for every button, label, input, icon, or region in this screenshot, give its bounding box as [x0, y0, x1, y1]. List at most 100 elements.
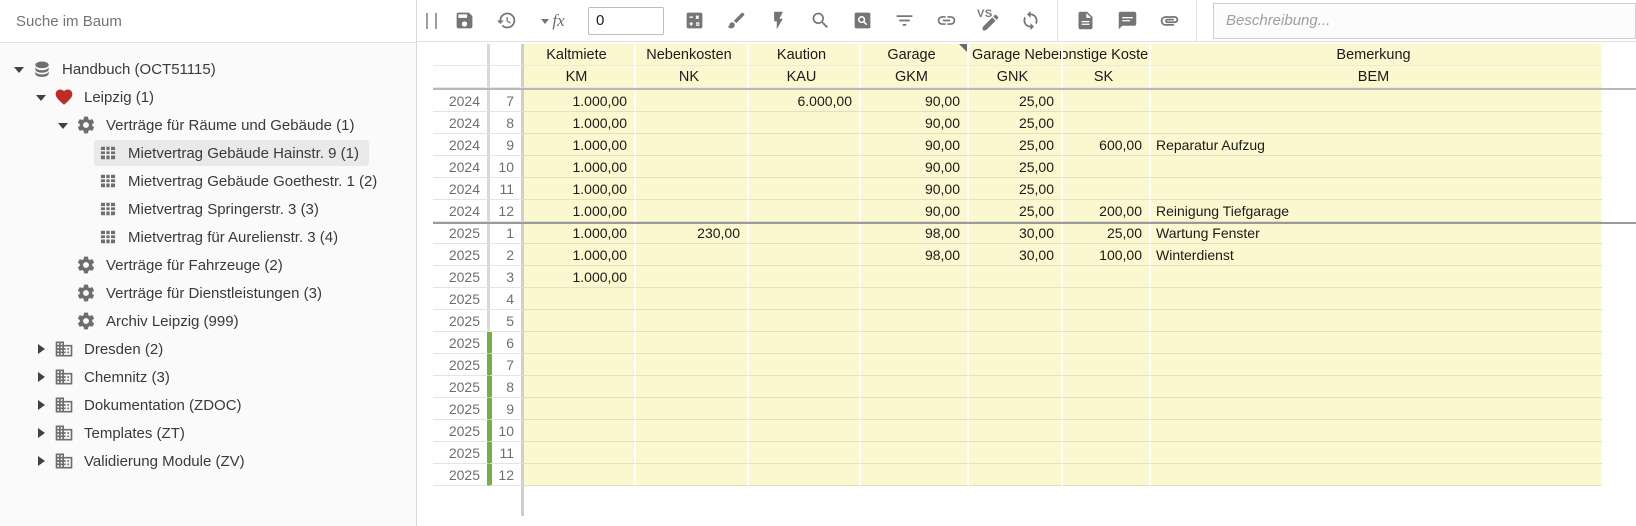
data-cell[interactable]: 1.000,00: [524, 222, 636, 244]
data-cell[interactable]: Reparatur Aufzug: [1151, 134, 1603, 156]
data-cell[interactable]: [636, 134, 749, 156]
data-cell[interactable]: [636, 464, 749, 486]
tree-item[interactable]: Verträge für Fahrzeuge (2): [0, 251, 416, 279]
row-year-cell[interactable]: 2024: [433, 112, 490, 134]
row-month-cell[interactable]: 9: [490, 134, 524, 156]
column-header[interactable]: Kaution: [749, 44, 861, 66]
data-cell[interactable]: [524, 464, 636, 486]
data-cell[interactable]: [749, 310, 861, 332]
data-cell[interactable]: [636, 200, 749, 222]
refresh-button[interactable]: [1018, 8, 1042, 34]
data-cell[interactable]: [861, 442, 969, 464]
data-cell[interactable]: 100,00: [1063, 244, 1151, 266]
data-cell[interactable]: 90,00: [861, 90, 969, 112]
row-year-cell[interactable]: 2025: [433, 266, 490, 288]
data-cell[interactable]: [524, 398, 636, 420]
row-year-cell[interactable]: 2025: [433, 398, 490, 420]
data-cell[interactable]: [969, 464, 1063, 486]
data-cell[interactable]: [861, 398, 969, 420]
data-cell[interactable]: Winterdienst: [1151, 244, 1603, 266]
column-code-header[interactable]: BEM: [1151, 66, 1603, 88]
data-cell[interactable]: [1151, 420, 1603, 442]
row-year-cell[interactable]: 2025: [433, 244, 490, 266]
data-cell[interactable]: [1151, 332, 1603, 354]
data-cell[interactable]: [636, 420, 749, 442]
data-cell[interactable]: [1151, 442, 1603, 464]
data-cell[interactable]: [636, 376, 749, 398]
collapse-arrow-icon[interactable]: [32, 88, 50, 106]
column-header[interactable]: Bemerkung: [1151, 44, 1603, 66]
tree-item[interactable]: Archiv Leipzig (999): [0, 307, 416, 335]
tree-item[interactable]: Templates (ZT): [0, 419, 416, 447]
data-cell[interactable]: [969, 376, 1063, 398]
data-cell[interactable]: [524, 288, 636, 310]
link-button[interactable]: [934, 8, 958, 34]
data-cell[interactable]: [524, 376, 636, 398]
data-cell[interactable]: [1063, 376, 1151, 398]
data-cell[interactable]: [1063, 442, 1151, 464]
row-year-cell[interactable]: 2025: [433, 464, 490, 486]
row-year-cell[interactable]: 2025: [433, 288, 490, 310]
data-cell[interactable]: [861, 266, 969, 288]
data-cell[interactable]: [1063, 156, 1151, 178]
data-cell[interactable]: [636, 244, 749, 266]
data-cell[interactable]: [1063, 112, 1151, 134]
data-cell[interactable]: [636, 354, 749, 376]
row-year-cell[interactable]: 2025: [433, 222, 490, 244]
data-cell[interactable]: [969, 354, 1063, 376]
data-cell[interactable]: 1.000,00: [524, 244, 636, 266]
row-month-cell[interactable]: 12: [490, 464, 524, 486]
data-cell[interactable]: 600,00: [1063, 134, 1151, 156]
data-cell[interactable]: [749, 134, 861, 156]
description-input[interactable]: [1213, 3, 1636, 39]
row-month-cell[interactable]: 4: [490, 288, 524, 310]
data-cell[interactable]: [749, 178, 861, 200]
data-cell[interactable]: [1063, 354, 1151, 376]
data-cell[interactable]: [524, 332, 636, 354]
data-cell[interactable]: 90,00: [861, 134, 969, 156]
data-cell[interactable]: [1063, 288, 1151, 310]
filter-button[interactable]: [892, 8, 916, 34]
data-cell[interactable]: 25,00: [969, 178, 1063, 200]
data-cell[interactable]: [636, 90, 749, 112]
data-cell[interactable]: [1063, 332, 1151, 354]
data-cell[interactable]: 30,00: [969, 222, 1063, 244]
save-button[interactable]: [452, 8, 476, 34]
data-cell[interactable]: [636, 288, 749, 310]
column-code-header[interactable]: GNK: [969, 66, 1063, 88]
row-month-cell[interactable]: 10: [490, 156, 524, 178]
data-cell[interactable]: [861, 464, 969, 486]
data-cell[interactable]: [749, 354, 861, 376]
data-cell[interactable]: [1151, 112, 1603, 134]
row-year-cell[interactable]: 2025: [433, 376, 490, 398]
data-cell[interactable]: [749, 464, 861, 486]
column-header[interactable]: Sonstige Kosten: [1063, 44, 1151, 66]
data-cell[interactable]: [636, 310, 749, 332]
data-cell[interactable]: [636, 156, 749, 178]
data-cell[interactable]: 230,00: [636, 222, 749, 244]
data-cell[interactable]: [861, 310, 969, 332]
attachment-button[interactable]: [1157, 8, 1181, 34]
data-cell[interactable]: [969, 266, 1063, 288]
search-in-grid-button[interactable]: [850, 8, 874, 34]
expand-arrow-icon[interactable]: [32, 368, 50, 386]
data-cell[interactable]: [749, 288, 861, 310]
data-cell[interactable]: 1.000,00: [524, 200, 636, 222]
data-cell[interactable]: [969, 398, 1063, 420]
column-header[interactable]: Nebenkosten: [636, 44, 749, 66]
row-month-cell[interactable]: 8: [490, 376, 524, 398]
column-code-header[interactable]: GKM: [861, 66, 969, 88]
data-cell[interactable]: [636, 398, 749, 420]
tree-item[interactable]: Dresden (2): [0, 335, 416, 363]
data-cell[interactable]: [1063, 310, 1151, 332]
data-cell[interactable]: [1151, 178, 1603, 200]
expand-arrow-icon[interactable]: [32, 340, 50, 358]
data-cell[interactable]: [969, 288, 1063, 310]
data-cell[interactable]: 98,00: [861, 222, 969, 244]
column-header[interactable]: Kaltmiete: [524, 44, 636, 66]
data-cell[interactable]: [636, 112, 749, 134]
tree-item[interactable]: Mietvertrag für Aurelienstr. 3 (4): [0, 223, 416, 251]
data-cell[interactable]: [1063, 398, 1151, 420]
tree-search-input[interactable]: [0, 13, 416, 30]
column-code-header[interactable]: KAU: [749, 66, 861, 88]
